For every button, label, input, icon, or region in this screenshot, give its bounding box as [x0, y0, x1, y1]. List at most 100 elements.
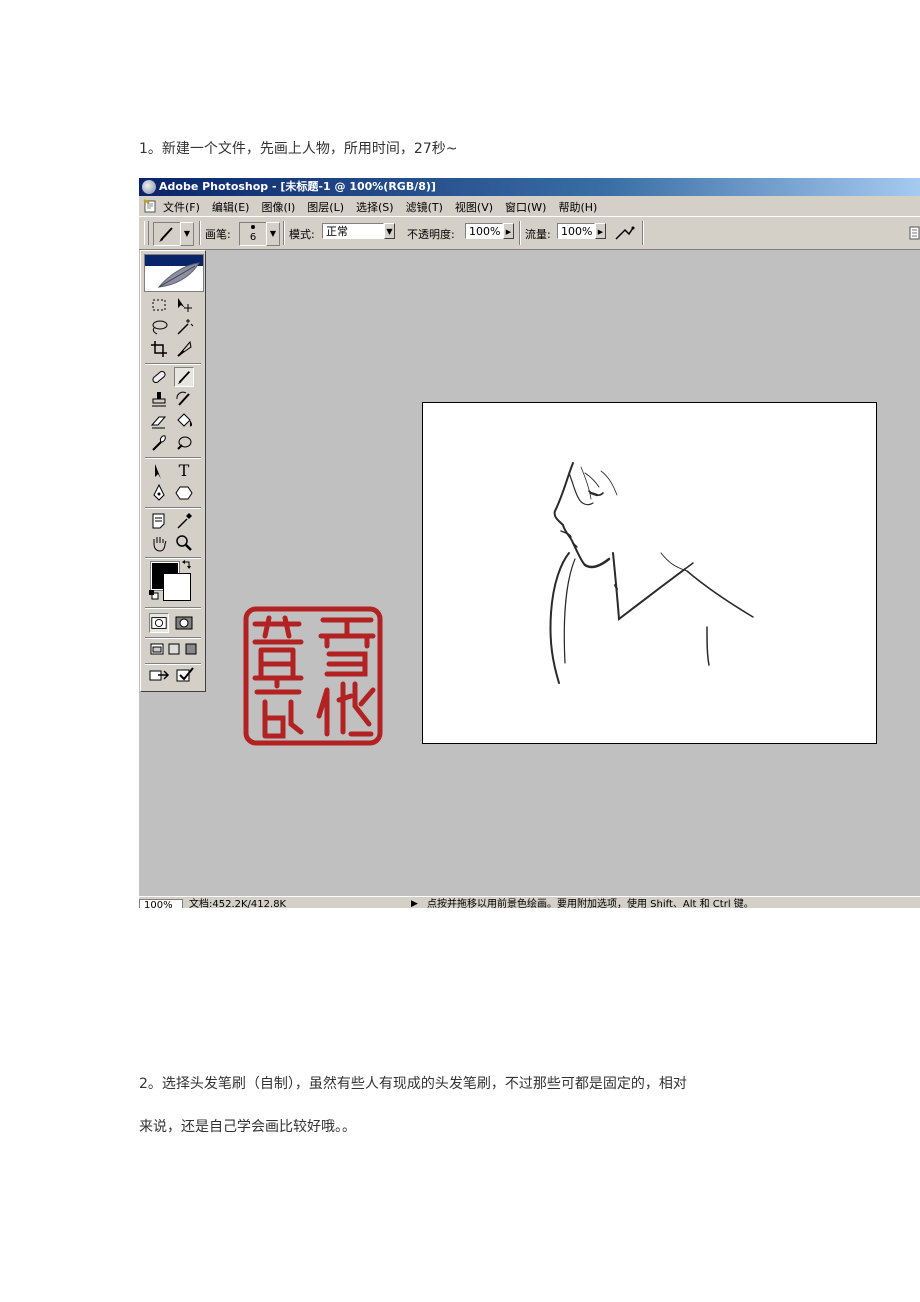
jump-to-imageready-button[interactable]	[149, 666, 170, 686]
swap-colors-icon[interactable]	[181, 559, 193, 571]
paint-bucket-tool[interactable]	[174, 411, 194, 431]
quick-mask-button[interactable]	[174, 613, 194, 633]
screen-mode-full[interactable]	[181, 641, 201, 661]
zoom-field[interactable]: 100%	[139, 899, 183, 908]
menu-bar: 文件(F) 编辑(E) 图像(I) 图层(L) 选择(S) 滤镜(T) 视图(V…	[139, 196, 920, 217]
arrow-icon	[155, 464, 161, 479]
type-tool[interactable]: T	[174, 461, 194, 481]
chevron-down-icon[interactable]: ▼	[384, 223, 395, 239]
bandage-icon	[152, 370, 166, 384]
chevron-down-icon[interactable]: ▼	[266, 222, 280, 246]
dodge-tool[interactable]	[174, 433, 194, 453]
toolbox: T	[140, 250, 206, 692]
standard-mode-icon	[151, 617, 167, 629]
pen-tool[interactable]	[149, 483, 169, 503]
stamp-seal	[243, 606, 383, 746]
quick-mask-icon	[175, 616, 193, 630]
step-2-text-line-2: 来说，还是自己学会画比较好哦。。	[139, 1119, 356, 1135]
status-hint: 点按并拖移以用前景色绘画。要用附加选项，使用 Shift、Alt 和 Ctrl …	[427, 899, 754, 908]
menu-edit[interactable]: 编辑(E)	[212, 199, 250, 215]
history-brush-tool[interactable]	[174, 389, 194, 409]
crop-tool[interactable]	[149, 339, 169, 359]
clone-stamp-tool[interactable]	[149, 389, 169, 409]
menu-layer[interactable]: 图层(L)	[307, 199, 344, 215]
flow-label: 流量:	[525, 228, 551, 241]
document-icon[interactable]	[143, 199, 157, 213]
move-tool[interactable]	[174, 295, 194, 315]
chevron-right-icon[interactable]: ▶	[503, 223, 514, 239]
status-menu-icon[interactable]: ▶	[411, 898, 418, 908]
flow-field[interactable]: 100%	[557, 223, 595, 239]
screen-full-menu-icon	[168, 643, 180, 655]
menu-image[interactable]: 图像(I)	[261, 199, 295, 215]
lasso-icon	[152, 320, 168, 335]
healing-brush-tool[interactable]	[149, 367, 169, 387]
marquee-tool[interactable]	[149, 295, 169, 315]
zoom-tool[interactable]	[174, 533, 194, 553]
eyedropper-icon	[177, 513, 192, 529]
zoom-value: 100%	[144, 900, 173, 908]
palette-well-icon[interactable]	[909, 226, 920, 240]
paint-bucket-icon	[177, 413, 192, 427]
hand-tool[interactable]	[149, 533, 169, 553]
opacity-value: 100%	[469, 225, 501, 238]
screen-full-icon	[185, 643, 197, 655]
history-brush-icon	[176, 391, 190, 406]
screen-standard-icon	[150, 643, 164, 655]
tool-preset-picker[interactable]	[153, 222, 181, 246]
magic-wand-icon	[177, 319, 194, 335]
document-canvas[interactable]	[422, 402, 877, 744]
menu-select[interactable]: 选择(S)	[356, 199, 394, 215]
magnifier-icon	[176, 535, 192, 551]
mode-label: 模式:	[289, 228, 315, 241]
slice-tool[interactable]	[174, 339, 194, 359]
eyedropper-tool[interactable]	[174, 511, 194, 531]
chevron-right-icon[interactable]: ▶	[595, 223, 606, 239]
blur-tool[interactable]	[149, 433, 169, 453]
magic-wand-tool[interactable]	[174, 317, 194, 337]
menu-filter[interactable]: 滤镜(T)	[406, 199, 443, 215]
mode-select[interactable]: 正常	[322, 223, 384, 239]
hand-icon	[153, 537, 167, 552]
menu-window[interactable]: 窗口(W)	[505, 199, 546, 215]
menu-view[interactable]: 视图(V)	[455, 199, 493, 215]
eraser-icon	[150, 416, 167, 429]
checkmark-button[interactable]	[175, 666, 195, 686]
path-selection-tool[interactable]	[149, 461, 169, 481]
pen-icon	[153, 483, 165, 501]
blur-icon	[152, 435, 166, 451]
menu-file[interactable]: 文件(F)	[163, 199, 200, 215]
window-title: Adobe Photoshop - [未标题-1 @ 100%(RGB/8)]	[159, 180, 436, 193]
default-colors-icon[interactable]	[149, 590, 159, 600]
step-2-text-line-1: 2。选择头发笔刷（自制），虽然有些人有现成的头发笔刷，不过那些可都是固定的，相对	[139, 1076, 687, 1092]
opacity-field[interactable]: 100%	[465, 223, 503, 239]
brush-icon	[177, 370, 191, 385]
lasso-tool[interactable]	[149, 317, 169, 337]
photoshop-app-icon	[142, 180, 156, 194]
photoshop-window: Adobe Photoshop - [未标题-1 @ 100%(RGB/8)] …	[139, 178, 920, 908]
options-grip[interactable]	[144, 221, 149, 245]
eraser-tool[interactable]	[149, 411, 169, 431]
brush-size-picker[interactable]: 6	[239, 222, 267, 246]
checkmark-icon	[176, 667, 194, 682]
imageready-icon	[149, 670, 170, 681]
move-icon	[178, 298, 192, 312]
standard-mode-button[interactable]	[149, 613, 169, 633]
shape-tool[interactable]	[174, 483, 194, 503]
airbrush-icon[interactable]	[613, 224, 637, 242]
feather-icon	[157, 262, 200, 288]
menu-help[interactable]: 帮助(H)	[558, 199, 597, 215]
brush-label: 画笔:	[205, 228, 231, 241]
step-1-text: 1。新建一个文件，先画上人物，所用时间，27秒~	[139, 141, 458, 157]
notes-tool[interactable]	[149, 511, 169, 531]
toolbox-header[interactable]	[144, 254, 204, 292]
chevron-down-icon[interactable]: ▼	[180, 222, 194, 246]
slice-icon	[177, 340, 192, 357]
brush-size: 6	[249, 232, 257, 243]
title-bar: Adobe Photoshop - [未标题-1 @ 100%(RGB/8)]	[139, 178, 920, 196]
background-color-swatch[interactable]	[163, 573, 191, 601]
stamp-icon	[152, 392, 166, 407]
options-bar: ▼ 画笔: 6 ▼ 模式: 正常 ▼ 不透明度: 100% ▶ 流量: 100%…	[139, 217, 920, 250]
dodge-icon	[177, 436, 192, 450]
brush-tool[interactable]	[174, 367, 194, 387]
